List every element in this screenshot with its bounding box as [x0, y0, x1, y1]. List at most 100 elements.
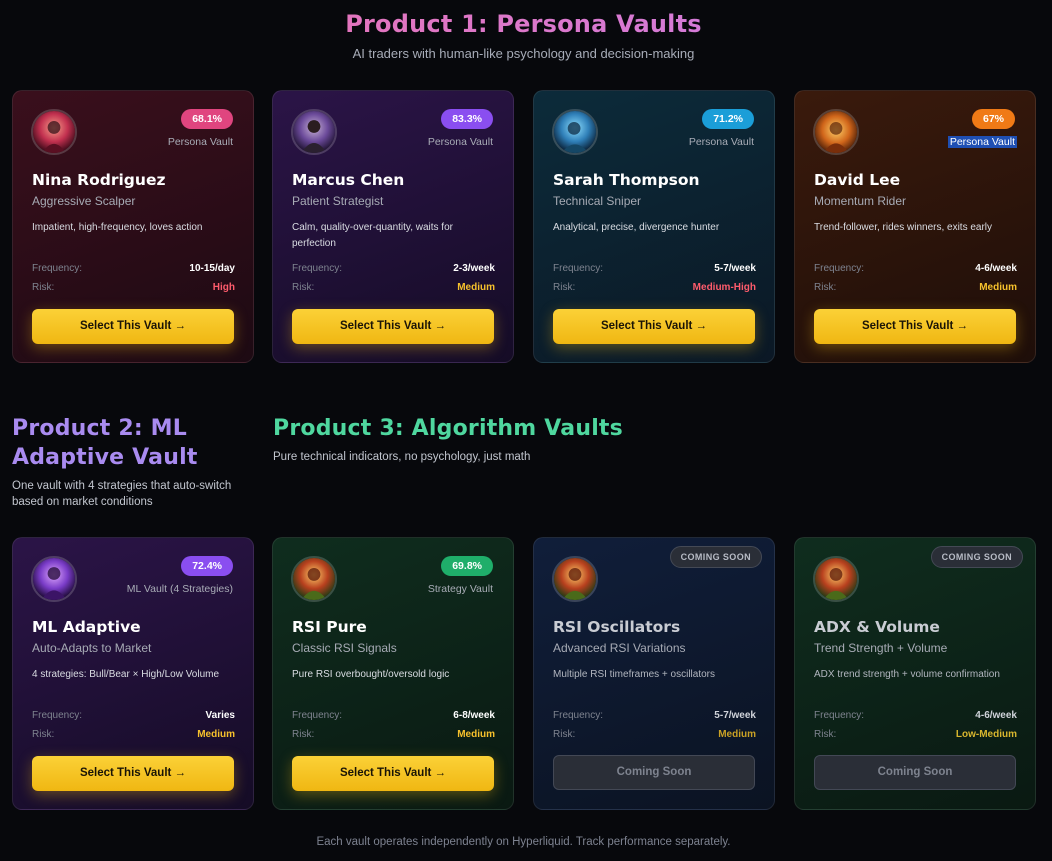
risk-value: Medium	[718, 729, 756, 740]
win-rate-badge: 69.8%	[441, 556, 493, 576]
avatar	[552, 556, 598, 602]
risk-row: Risk: Low-Medium	[814, 729, 1017, 740]
avatar	[813, 556, 859, 602]
frequency-value: 10-15/day	[189, 263, 235, 274]
frequency-row: Frequency: 10-15/day	[32, 263, 235, 274]
vault-type-label: Persona Vault	[947, 136, 1017, 148]
frequency-label: Frequency:	[814, 263, 865, 274]
vault-card-nina-rodriguez[interactable]: 68.1% Persona Vault Nina Rodriguez Aggre…	[12, 90, 254, 363]
frequency-label: Frequency:	[32, 263, 83, 274]
vault-description: 4 strategies: Bull/Bear × High/Low Volum…	[32, 669, 220, 680]
win-rate-badge: 72.4%	[181, 556, 233, 576]
product1-subtitle: AI traders with human-like psychology an…	[352, 46, 695, 61]
risk-label: Risk:	[292, 729, 315, 740]
product3-subtitle: Pure technical indicators, no psychology…	[273, 451, 531, 463]
coming-soon-button: Coming Soon	[553, 755, 755, 790]
vault-type-label: Persona Vault	[167, 136, 233, 148]
frequency-row: Frequency: Varies	[32, 710, 235, 721]
vault-card-rsi-pure[interactable]: 69.8% Strategy Vault RSI Pure Classic RS…	[272, 537, 514, 810]
select-vault-button[interactable]: Select This Vault →	[553, 309, 755, 344]
risk-value: High	[212, 282, 235, 293]
vault-role: Patient Strategist	[292, 194, 384, 208]
vault-description: ADX trend strength + volume confirmation	[814, 669, 1000, 680]
select-vault-button[interactable]: Select This Vault →	[32, 756, 234, 791]
vault-name: ADX & Volume	[814, 618, 940, 636]
vault-type-label: Strategy Vault	[427, 583, 493, 595]
vault-card-rsi-oscillators: COMING SOON RSI Oscillators Advanced RSI…	[533, 537, 775, 810]
vault-card-david-lee[interactable]: 67% Persona Vault David Lee Momentum Rid…	[794, 90, 1036, 363]
vault-description: Calm, quality-over-quantity, waits for p…	[292, 222, 453, 249]
vault-name: ML Adaptive	[32, 618, 141, 636]
vault-description: Pure RSI overbought/oversold logic	[292, 669, 450, 680]
avatar	[552, 109, 598, 155]
risk-value: Medium-High	[692, 282, 756, 293]
select-vault-button[interactable]: Select This Vault →	[292, 756, 494, 791]
coming-soon-button: Coming Soon	[814, 755, 1016, 790]
vault-description: Impatient, high-frequency, loves action	[32, 222, 203, 233]
risk-label: Risk:	[814, 729, 837, 740]
frequency-label: Frequency:	[292, 263, 343, 274]
frequency-value: 4-6/week	[975, 710, 1017, 721]
frequency-value: 6-8/week	[453, 710, 495, 721]
product1-title: Product 1: Persona Vaults	[0, 8, 1047, 40]
risk-value: Medium	[457, 729, 495, 740]
coming-soon-badge: COMING SOON	[930, 546, 1023, 568]
frequency-row: Frequency: 6-8/week	[292, 710, 495, 721]
vault-role: Trend Strength + Volume	[814, 641, 948, 655]
vault-role: Technical Sniper	[553, 194, 642, 208]
coming-soon-badge: COMING SOON	[669, 546, 762, 568]
risk-row: Risk: High	[32, 282, 235, 293]
risk-label: Risk:	[292, 282, 315, 293]
select-vault-button[interactable]: Select This Vault →	[292, 309, 494, 344]
vault-card-marcus-chen[interactable]: 83.3% Persona Vault Marcus Chen Patient …	[272, 90, 514, 363]
risk-row: Risk: Medium	[292, 729, 495, 740]
vault-type-label: Persona Vault	[427, 136, 493, 148]
frequency-row: Frequency: 5-7/week	[553, 263, 756, 274]
product3-title: Product 3: Algorithm Vaults	[273, 416, 623, 441]
frequency-value: Varies	[205, 710, 235, 721]
vault-name: Sarah Thompson	[553, 171, 700, 189]
frequency-value: 4-6/week	[975, 263, 1017, 274]
vault-description: Trend-follower, rides winners, exits ear…	[814, 222, 993, 233]
risk-label: Risk:	[814, 282, 837, 293]
risk-row: Risk: Medium	[814, 282, 1017, 293]
vault-role: Auto-Adapts to Market	[32, 641, 152, 655]
vault-card-ml-adaptive[interactable]: 72.4% ML Vault (4 Strategies) ML Adaptiv…	[12, 537, 254, 810]
product2-subtitle: One vault with 4 strategies that auto-sw…	[12, 480, 232, 508]
risk-value: Medium	[457, 282, 495, 293]
vault-type-label: ML Vault (4 Strategies)	[126, 583, 233, 595]
vault-name: Marcus Chen	[292, 171, 405, 189]
avatar	[31, 556, 77, 602]
vault-card-sarah-thompson[interactable]: 71.2% Persona Vault Sarah Thompson Techn…	[533, 90, 775, 363]
frequency-row: Frequency: 5-7/week	[553, 710, 756, 721]
vault-type-label: Persona Vault	[688, 136, 754, 148]
risk-label: Risk:	[32, 282, 55, 293]
frequency-value: 5-7/week	[714, 263, 756, 274]
vault-role: Classic RSI Signals	[292, 641, 397, 655]
avatar	[291, 109, 337, 155]
product2-title: Product 2: ML Adaptive Vault	[12, 416, 198, 470]
select-vault-button[interactable]: Select This Vault →	[814, 309, 1016, 344]
frequency-label: Frequency:	[32, 710, 83, 721]
frequency-value: 5-7/week	[714, 710, 756, 721]
avatar	[291, 556, 337, 602]
risk-row: Risk: Medium-High	[553, 282, 756, 293]
frequency-row: Frequency: 4-6/week	[814, 710, 1017, 721]
win-rate-badge: 68.1%	[181, 109, 233, 129]
win-rate-badge: 83.3%	[441, 109, 493, 129]
frequency-label: Frequency:	[553, 710, 604, 721]
vault-name: RSI Pure	[292, 618, 367, 636]
vault-role: Aggressive Scalper	[32, 194, 136, 208]
win-rate-badge: 67%	[971, 109, 1015, 129]
risk-row: Risk: Medium	[553, 729, 756, 740]
vault-card-adx-volume: COMING SOON ADX & Volume Trend Strength …	[794, 537, 1036, 810]
select-vault-button[interactable]: Select This Vault →	[32, 309, 234, 344]
risk-value: Medium	[197, 729, 235, 740]
vault-name: Nina Rodriguez	[32, 171, 166, 189]
risk-value: Low-Medium	[955, 729, 1017, 740]
vault-name: RSI Oscillators	[553, 618, 681, 636]
risk-row: Risk: Medium	[32, 729, 235, 740]
risk-value: Medium	[979, 282, 1017, 293]
risk-row: Risk: Medium	[292, 282, 495, 293]
risk-label: Risk:	[553, 729, 576, 740]
